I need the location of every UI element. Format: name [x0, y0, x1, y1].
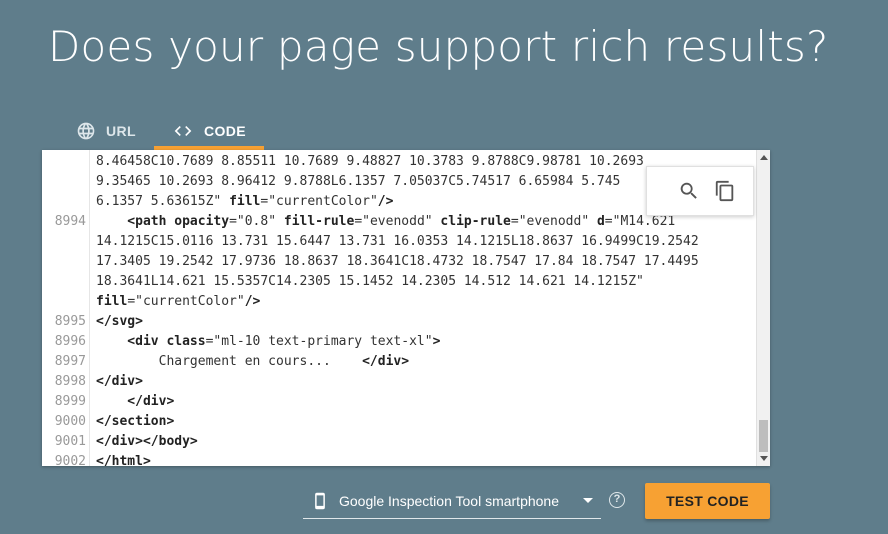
code-token: ="M14.621 [604, 214, 676, 229]
code-line: 8996 <div class="ml-10 text-primary text… [42, 332, 756, 352]
editor-scrollbar[interactable] [756, 150, 770, 466]
code-text: 17.3405 19.2542 17.9736 18.8637 18.3641C… [90, 252, 756, 272]
code-text: </div> [90, 392, 756, 412]
code-text: <div class="ml-10 text-primary text-xl"> [90, 332, 756, 352]
code-token: </div> [362, 354, 410, 369]
code-line: 9001 </div></body> [42, 432, 756, 452]
code-brackets-icon [174, 126, 192, 136]
code-token: 18.3641L14.621 15.5357C14.2305 15.1452 1… [96, 274, 644, 289]
code-token: 9.35465 10.2693 8.96412 9.8788L6.1357 7.… [96, 174, 621, 189]
chevron-down-icon [583, 498, 593, 503]
code-token: d [596, 214, 605, 229]
line-number [42, 292, 90, 312]
code-token: 14.1215C15.0116 13.731 15.6447 13.731 16… [96, 234, 699, 249]
search-icon [680, 182, 697, 199]
scroll-down-arrow-icon[interactable] [760, 456, 768, 461]
tab-code-label: CODE [203, 123, 247, 139]
input-mode-tabs: URL CODE [58, 112, 265, 150]
device-select[interactable]: Google Inspection Tool smartphone [303, 483, 601, 519]
code-text: </section> [90, 412, 756, 432]
copy-icon [715, 180, 734, 202]
copy-button[interactable] [713, 179, 737, 203]
code-token: class [166, 334, 206, 349]
code-line: 9002 </html> [42, 452, 756, 466]
smartphone-icon [315, 492, 325, 509]
code-text: 18.3641L14.621 15.5357C14.2305 15.1452 1… [90, 272, 756, 292]
globe-icon [77, 122, 95, 140]
code-token: <div [96, 334, 167, 349]
code-token: </svg> [96, 314, 143, 329]
code-text: 14.1215C15.0116 13.731 15.6447 13.731 16… [90, 232, 756, 252]
line-number: 9002 [54, 454, 86, 466]
code-text: </div></body> [90, 432, 756, 452]
code-text: </div> [90, 372, 756, 392]
line-number [42, 152, 90, 172]
code-token: ="ml-10 text-primary text-xl" [205, 334, 433, 349]
code-line: 18.3641L14.621 15.5357C14.2305 15.1452 1… [42, 272, 756, 292]
code-line: 8999 </div> [42, 392, 756, 412]
line-number [42, 172, 90, 192]
code-token: </div> [96, 394, 175, 409]
code-line: fill="currentColor"/> [42, 292, 756, 312]
code-line: 9000 </section> [42, 412, 756, 432]
code-token: opacity [174, 214, 230, 229]
code-token: </div></body> [96, 434, 198, 449]
code-line: 14.1215C15.0116 13.731 15.6447 13.731 16… [42, 232, 756, 252]
line-number: 8999 [54, 394, 86, 409]
code-token: ="currentColor" [260, 194, 378, 209]
line-number [42, 192, 90, 212]
code-line: 17.3405 19.2542 17.9736 18.8637 18.3641C… [42, 252, 756, 272]
code-text: Chargement en cours... </div> [90, 352, 756, 372]
line-number [42, 232, 90, 252]
code-token: <path [96, 214, 175, 229]
scrollbar-thumb[interactable] [759, 420, 768, 452]
line-number [42, 272, 90, 292]
help-icon[interactable]: ? [609, 492, 625, 508]
code-line: 8997 Chargement en cours... </div> [42, 352, 756, 372]
search-button[interactable] [677, 179, 701, 203]
test-code-button[interactable]: TEST CODE [645, 483, 770, 519]
code-token: </html> [96, 454, 151, 466]
code-text: </html> [90, 452, 756, 466]
code-token: ="evenodd" [354, 214, 441, 229]
code-token: fill [229, 194, 261, 209]
code-token: 8.46458C10.7689 8.85511 10.7689 9.48827 … [96, 154, 644, 169]
line-number: 9000 [54, 414, 86, 429]
code-token: > [432, 334, 441, 349]
tab-url-label: URL [106, 123, 136, 139]
line-number: 8995 [54, 314, 86, 329]
tab-code[interactable]: CODE [153, 112, 265, 150]
code-token: clip-rule [440, 214, 511, 229]
line-number: 8998 [54, 374, 86, 389]
code-token: /> [244, 294, 261, 309]
line-number [42, 252, 90, 272]
device-select-label: Google Inspection Tool smartphone [339, 492, 559, 509]
code-text: fill="currentColor"/> [90, 292, 756, 312]
code-token: Chargement en cours... [96, 354, 363, 369]
code-token: fill [96, 294, 128, 309]
code-token: </div> [96, 374, 143, 389]
code-token: </section> [96, 414, 175, 429]
code-token: 6.1357 5.63615Z" [96, 194, 230, 209]
code-token: ="evenodd" [510, 214, 597, 229]
line-number: 9001 [54, 434, 86, 449]
line-number: 8996 [54, 334, 86, 349]
editor-toolbar [646, 166, 754, 216]
line-number: 8994 [54, 214, 86, 229]
line-number: 8997 [54, 354, 86, 369]
page-title: Does your page support rich results? [48, 22, 829, 71]
code-token: ="0.8" [229, 214, 284, 229]
code-token: /> [377, 194, 394, 209]
code-text: </svg> [90, 312, 756, 332]
code-line: 8998 </div> [42, 372, 756, 392]
code-line: 8995 </svg> [42, 312, 756, 332]
scroll-up-arrow-icon[interactable] [760, 155, 768, 160]
code-token: 17.3405 19.2542 17.9736 18.8637 18.3641C… [96, 254, 699, 269]
code-token: ="currentColor" [127, 294, 245, 309]
code-token: fill-rule [283, 214, 355, 229]
tab-url[interactable]: URL [58, 112, 154, 150]
